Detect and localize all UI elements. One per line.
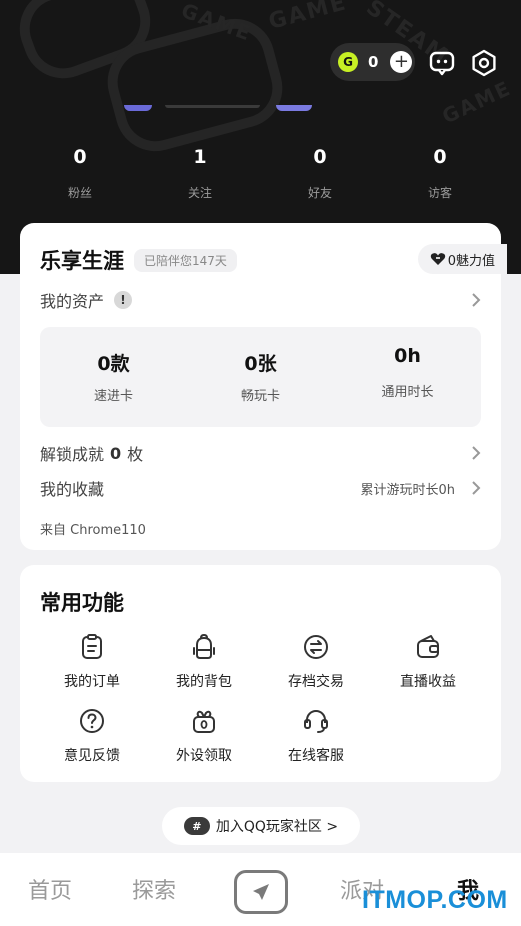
username-edge (165, 105, 260, 108)
functions-card: 常用功能 我的订单 我的背包 存档交易 直播收益 意见反馈 外设领取 在线客服 (20, 565, 501, 782)
community-icon: # (183, 817, 210, 835)
coin-value: 0 (368, 53, 379, 71)
message-icon[interactable] (428, 49, 456, 77)
backpack-icon (193, 633, 215, 659)
charm-button[interactable]: 0魅力值 (417, 244, 507, 274)
stat-value: 0 (313, 146, 327, 168)
card-title: 常用功能 (40, 591, 124, 615)
achievements-count: 0 (110, 443, 122, 463)
card-title: 乐享生涯 (40, 249, 124, 273)
asset-label: 通用时长 (381, 385, 434, 400)
play-time: 累计游玩时长0h (360, 482, 455, 498)
question-icon (80, 709, 104, 733)
func-live-income[interactable]: 直播收益 (372, 633, 484, 691)
wallet-icon (417, 635, 439, 658)
func-save-trade[interactable]: 存档交易 (260, 633, 372, 691)
info-icon[interactable]: ! (114, 291, 133, 309)
stat-visitors[interactable]: 0 访客 (380, 146, 500, 201)
stat-label: 访客 (427, 186, 452, 200)
stats-row: 0 粉丝 1 关注 0 好友 0 访客 (0, 146, 521, 201)
settings-icon[interactable] (470, 49, 498, 77)
func-label: 我的背包 (176, 674, 232, 690)
chevron-right-icon (472, 481, 481, 495)
plus-icon[interactable]: + (390, 51, 413, 73)
achievements-prefix: 解锁成就 (40, 445, 105, 464)
source-text: 来自 Chrome110 (40, 523, 146, 538)
join-community-button[interactable]: # 加入QQ玩家社区 > (162, 807, 360, 845)
asset-general-time[interactable]: 0h 通用时长 (334, 327, 481, 427)
asset-label: 速进卡 (93, 389, 133, 404)
decoration-text: GAME (266, 0, 350, 35)
charm-label: 0魅力值 (447, 253, 495, 269)
asset-speed-card[interactable]: 0款 速进卡 (40, 327, 187, 427)
avatar-edge (124, 105, 152, 111)
card-header: 常用功能 (40, 587, 124, 617)
func-label: 存档交易 (288, 674, 344, 690)
stat-following[interactable]: 1 关注 (140, 146, 260, 201)
chevron-right-icon (472, 446, 481, 460)
exchange-icon (304, 635, 328, 659)
gift-icon (193, 710, 215, 733)
func-backpack[interactable]: 我的背包 (148, 633, 260, 691)
chevron-right-icon (472, 293, 481, 307)
func-feedback[interactable]: 意见反馈 (36, 707, 148, 765)
nav-home[interactable]: 首页 (28, 873, 72, 905)
stat-fans[interactable]: 0 粉丝 (20, 146, 140, 201)
community-label: 加入QQ玩家社区 > (215, 819, 339, 835)
profile-card: 乐享生涯 已陪伴您147天 0魅力值 我的资产 ! 0款 速进卡 0张 畅玩卡 … (20, 223, 507, 550)
func-label: 直播收益 (400, 674, 456, 690)
send-icon (253, 884, 269, 900)
heart-icon (430, 253, 445, 265)
coin-balance[interactable]: G 0 + (330, 43, 415, 81)
headset-icon (304, 709, 328, 733)
nav-launch-button[interactable] (234, 870, 288, 914)
asset-value: 0h (394, 345, 421, 367)
stat-friends[interactable]: 0 好友 (260, 146, 380, 201)
coin-icon: G (338, 52, 358, 72)
asset-value: 0款 (97, 353, 130, 375)
func-label: 在线客服 (288, 748, 344, 764)
stat-value: 0 (73, 146, 87, 168)
func-peripheral[interactable]: 外设领取 (148, 707, 260, 765)
achievements-row[interactable]: 解锁成就 0 枚 (40, 442, 481, 464)
func-label: 外设领取 (176, 748, 232, 764)
stat-label: 粉丝 (67, 186, 92, 200)
func-orders[interactable]: 我的订单 (36, 633, 148, 691)
favorites-label: 我的收藏 (40, 480, 105, 499)
asset-play-card[interactable]: 0张 畅玩卡 (187, 327, 334, 427)
assets-panel: 0款 速进卡 0张 畅玩卡 0h 通用时长 (40, 327, 481, 427)
assets-label: 我的资产 (40, 292, 105, 311)
assets-row[interactable]: 我的资产 ! (40, 289, 481, 311)
func-support[interactable]: 在线客服 (260, 707, 372, 765)
asset-label: 畅玩卡 (240, 389, 280, 404)
achievements-suffix: 枚 (127, 445, 144, 464)
stat-label: 好友 (307, 186, 332, 200)
badge-edge (276, 105, 312, 111)
favorites-row[interactable]: 我的收藏 累计游玩时长0h (40, 477, 481, 499)
card-header: 乐享生涯 已陪伴您147天 (40, 245, 237, 275)
watermark: ITMOP.COM (362, 886, 508, 914)
func-label: 我的订单 (64, 674, 120, 690)
stat-value: 0 (433, 146, 447, 168)
stat-label: 关注 (187, 186, 212, 200)
func-label: 意见反馈 (64, 748, 120, 764)
days-badge: 已陪伴您147天 (134, 248, 237, 272)
clipboard-icon (82, 634, 102, 659)
decoration-text: GAME (438, 75, 516, 129)
stat-value: 1 (193, 146, 207, 168)
asset-value: 0张 (244, 353, 277, 375)
nav-explore[interactable]: 探索 (132, 873, 176, 905)
